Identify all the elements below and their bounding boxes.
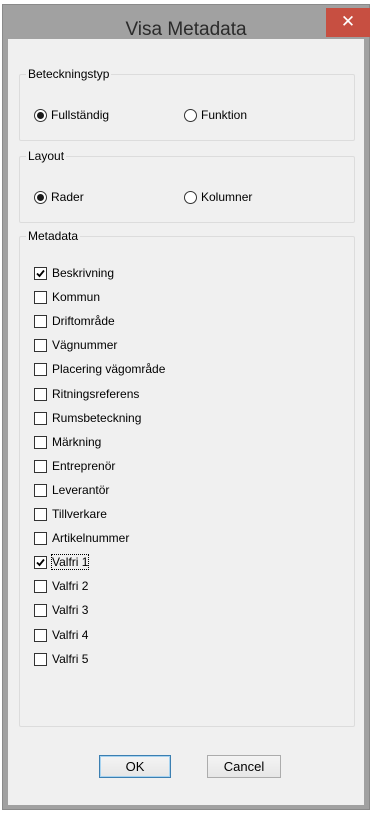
close-icon: ✕ bbox=[340, 12, 356, 32]
metadata-checkbox-row[interactable]: Driftområde bbox=[34, 314, 115, 328]
radio-label: Kolumner bbox=[201, 190, 253, 204]
radio-selected-dot bbox=[37, 111, 44, 119]
checkbox[interactable] bbox=[34, 387, 47, 401]
metadata-checkbox-row[interactable]: Tillverkare bbox=[34, 507, 107, 521]
metadata-checkbox-row[interactable]: Vägnummer bbox=[34, 338, 117, 352]
checkbox[interactable] bbox=[34, 507, 47, 521]
checkbox[interactable] bbox=[34, 459, 47, 473]
checkbox-label: Tillverkare bbox=[52, 507, 107, 521]
checkbox[interactable] bbox=[34, 531, 47, 545]
radio-button[interactable] bbox=[184, 108, 197, 122]
radio-label: Funktion bbox=[201, 108, 248, 122]
checkbox[interactable] bbox=[34, 362, 47, 376]
ok-button[interactable]: OK bbox=[99, 755, 171, 778]
checkbox[interactable] bbox=[34, 290, 47, 304]
checkbox-label: Valfri 3 bbox=[52, 603, 89, 617]
checkbox-label: Ritningsreferens bbox=[52, 387, 140, 401]
checkbox[interactable] bbox=[34, 555, 47, 569]
checkbox-label: Vägnummer bbox=[52, 338, 118, 352]
metadata-checkbox-row[interactable]: Placering vägområde bbox=[34, 362, 165, 376]
checkbox-label: Valfri 1 bbox=[50, 554, 90, 570]
radio-button[interactable] bbox=[34, 108, 47, 122]
checkbox-label: Artikelnummer bbox=[52, 531, 130, 545]
radio-label: Rader bbox=[51, 190, 84, 204]
checkbox[interactable] bbox=[34, 652, 47, 666]
metadata-checkbox-row[interactable]: Ritningsreferens bbox=[34, 387, 139, 401]
metadata-checkbox-row[interactable]: Valfri 1 bbox=[34, 554, 90, 570]
checkbox[interactable] bbox=[34, 411, 47, 425]
metadata-group: Metadata Beskrivning Kommun Driftområde Väg… bbox=[19, 229, 355, 727]
checkbox[interactable] bbox=[34, 579, 47, 593]
dialog-window: Visa Metadata ✕ Beteckningstyp Fullständ… bbox=[2, 4, 370, 810]
radio-button[interactable] bbox=[184, 190, 197, 204]
metadata-checkbox-row[interactable]: Valfri 3 bbox=[34, 603, 88, 617]
checkbox[interactable] bbox=[34, 435, 47, 449]
checkbox-label: Leverantör bbox=[52, 483, 110, 497]
radio-rader[interactable]: Rader bbox=[34, 190, 84, 204]
checkbox[interactable] bbox=[34, 266, 47, 280]
metadata-checkbox-row[interactable]: Kommun bbox=[34, 290, 100, 304]
radio-funktion[interactable]: Funktion bbox=[184, 108, 247, 122]
metadata-checkbox-row[interactable]: Rumsbeteckning bbox=[34, 411, 141, 425]
checkbox[interactable] bbox=[34, 338, 47, 352]
checkbox-label: Placering vägområde bbox=[52, 362, 166, 376]
metadata-checkbox-row[interactable]: Artikelnummer bbox=[34, 531, 129, 545]
metadata-checkbox-row[interactable]: Valfri 4 bbox=[34, 628, 88, 642]
checkbox-label: Valfri 2 bbox=[52, 579, 89, 593]
metadata-checkbox-row[interactable]: Leverantör bbox=[34, 483, 109, 497]
checkbox-label: Beskrivning bbox=[52, 266, 115, 280]
metadata-checkbox-row[interactable]: Valfri 2 bbox=[34, 579, 88, 593]
checkbox-label: Märkning bbox=[52, 435, 102, 449]
checkbox[interactable] bbox=[34, 628, 47, 642]
checkbox-label: Entreprenör bbox=[52, 459, 116, 473]
radio-kolumner[interactable]: Kolumner bbox=[184, 190, 252, 204]
layout-legend: Layout bbox=[28, 149, 65, 163]
close-button[interactable]: ✕ bbox=[326, 8, 370, 37]
metadata-checkbox-row[interactable]: Entreprenör bbox=[34, 459, 115, 473]
dialog-body: Beteckningstyp Fullständig Funktion Layo… bbox=[8, 39, 364, 805]
checkbox-label: Valfri 5 bbox=[52, 652, 89, 666]
checkbox-label: Rumsbeteckning bbox=[52, 411, 142, 425]
beteckningstyp-group: Beteckningstyp Fullständig Funktion bbox=[19, 67, 355, 141]
beteckningstyp-legend: Beteckningstyp bbox=[28, 67, 110, 81]
checkmark-icon bbox=[36, 269, 45, 277]
radio-fullstandig[interactable]: Fullständig bbox=[34, 108, 109, 122]
layout-group: Layout Rader Kolumner bbox=[19, 149, 355, 223]
checkmark-icon bbox=[36, 558, 45, 566]
checkbox[interactable] bbox=[34, 314, 47, 328]
radio-selected-dot bbox=[37, 193, 44, 201]
cancel-button[interactable]: Cancel bbox=[207, 755, 281, 778]
checkbox[interactable] bbox=[34, 483, 47, 497]
checkbox-label: Driftområde bbox=[52, 314, 115, 328]
checkbox-label: Kommun bbox=[52, 290, 101, 304]
metadata-checkbox-row[interactable]: Beskrivning bbox=[34, 266, 114, 280]
checkbox[interactable] bbox=[34, 603, 47, 617]
radio-label: Fullständig bbox=[51, 108, 110, 122]
metadata-legend: Metadata bbox=[28, 229, 79, 243]
window-title: Visa Metadata bbox=[125, 19, 247, 40]
metadata-checkbox-row[interactable]: Märkning bbox=[34, 435, 101, 449]
metadata-checkbox-row[interactable]: Valfri 5 bbox=[34, 652, 88, 666]
checkbox-label: Valfri 4 bbox=[52, 628, 89, 642]
radio-button[interactable] bbox=[34, 190, 47, 204]
